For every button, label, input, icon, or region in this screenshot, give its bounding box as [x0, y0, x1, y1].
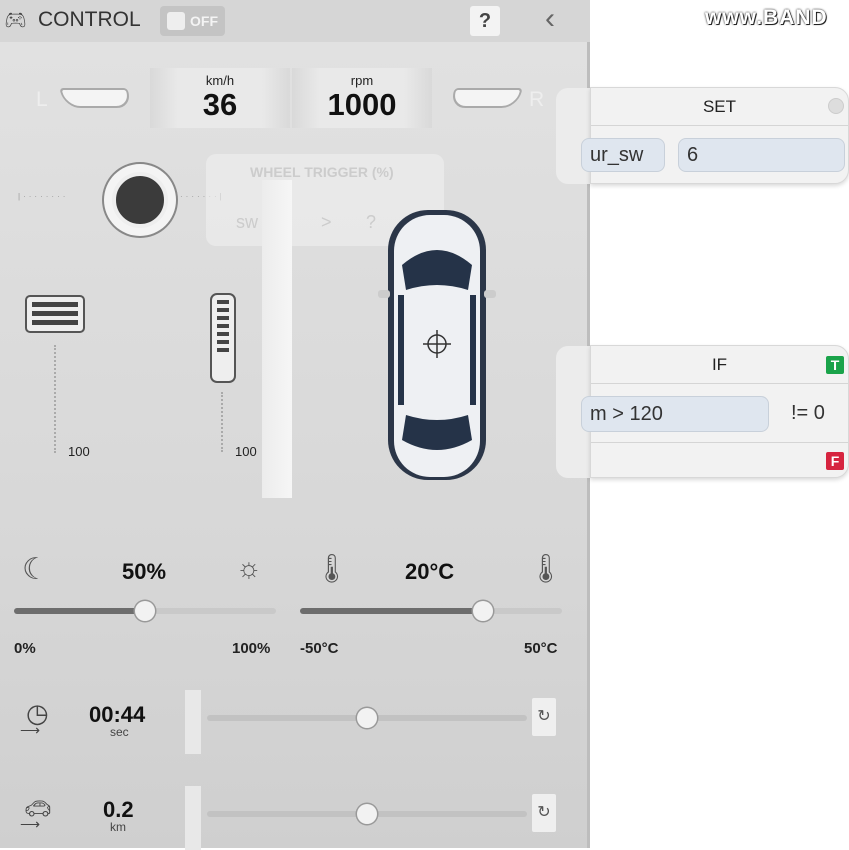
brightness-value: 50%: [122, 559, 167, 584]
speed-value: 36: [202, 87, 238, 122]
if-condition-field[interactable]: m > 120: [581, 396, 769, 432]
distance-reset-icon[interactable]: ↻: [532, 794, 556, 832]
set-node-connector[interactable]: [828, 98, 844, 114]
timer-reset-icon[interactable]: ↻: [532, 698, 556, 736]
timer-unit: sec: [110, 725, 129, 739]
sun-icon: ☼: [236, 552, 262, 583]
accelerator-max-label: 100: [235, 444, 257, 459]
brightness-thumb[interactable]: [135, 601, 155, 621]
thermometer-high-icon: 🌡︎: [528, 553, 564, 584]
rpm-unit: rpm: [350, 73, 374, 88]
car-top-view-icon: [378, 210, 496, 480]
brightness-fill: [14, 608, 145, 614]
speed-gauge: km/h 36: [150, 68, 290, 128]
set-node[interactable]: SET ur_sw 6: [581, 87, 849, 184]
divider: [185, 786, 201, 850]
set-node-title: SET: [591, 88, 848, 126]
watermark: www.BAND: [705, 6, 828, 29]
if-node[interactable]: IF T m > 120 != 0 F: [581, 345, 849, 478]
divider: [185, 690, 201, 754]
right-indicator-label: R: [529, 88, 545, 111]
steering-scale-left: |········: [18, 192, 69, 201]
overlay-op: >: [321, 212, 332, 232]
gamepad-icon: 🎮︎: [4, 10, 27, 30]
divider: [262, 180, 292, 498]
if-condition-suffix: != 0: [791, 402, 825, 424]
right-turn-signal-icon[interactable]: [449, 88, 523, 108]
if-node-title: IF: [591, 346, 848, 384]
speed-unit: km/h: [205, 73, 235, 88]
help-button[interactable]: ?: [470, 6, 500, 36]
accelerator-pedal-icon[interactable]: [209, 292, 237, 384]
moon-icon: ☾: [22, 553, 49, 586]
left-indicator-label: L: [36, 88, 48, 111]
temperature-value: 20°C: [405, 559, 455, 584]
set-variable-field[interactable]: ur_sw: [581, 138, 665, 172]
temperature-thumb[interactable]: [473, 601, 494, 621]
temperature-fill: [300, 608, 484, 614]
set-value-field[interactable]: 6: [678, 138, 845, 172]
left-turn-signal-icon[interactable]: [59, 88, 133, 108]
brake-pedal-icon[interactable]: [24, 294, 86, 334]
control-toggle[interactable]: OFF: [160, 6, 225, 36]
brightness-max-label: 100%: [232, 640, 271, 657]
distance-slider[interactable]: [207, 804, 527, 824]
rpm-gauge: rpm 1000: [292, 68, 432, 128]
chevron-left-icon[interactable]: ‹: [545, 2, 555, 36]
arrow-right-icon: ⟶: [20, 722, 41, 738]
distance-thumb[interactable]: [357, 804, 377, 824]
thermometer-low-icon: 🌡︎: [314, 553, 350, 584]
control-panel: 🎮︎ CONTROL OFF ? ‹ L km/h 36 rpm 1000 R …: [0, 0, 590, 850]
steering-wheel-icon[interactable]: [104, 164, 176, 236]
arrow-right-icon: ⟶: [20, 816, 41, 832]
overlay-title: WHEEL TRIGGER (%): [250, 164, 394, 180]
brightness-slider[interactable]: [14, 601, 276, 621]
true-branch-badge[interactable]: T: [826, 356, 844, 374]
overlay-left: sw: [236, 212, 258, 232]
brightness-min-label: 0%: [14, 640, 36, 657]
rpm-value: 1000: [327, 87, 397, 122]
distance-unit: km: [110, 820, 126, 834]
temperature-min-label: -50°C: [300, 640, 339, 657]
timer-slider[interactable]: [207, 708, 527, 728]
overlay-right: ?: [366, 212, 377, 232]
control-header: 🎮︎ CONTROL OFF ? ‹: [0, 0, 590, 42]
panel-title: CONTROL: [38, 8, 141, 31]
accelerator-scale: [221, 392, 223, 452]
temperature-slider[interactable]: [300, 601, 562, 621]
divider: [591, 442, 848, 443]
toggle-label: OFF: [190, 13, 218, 29]
temperature-max-label: 50°C: [524, 640, 558, 657]
brake-scale: [54, 345, 56, 453]
false-branch-badge[interactable]: F: [826, 452, 844, 470]
timer-thumb[interactable]: [357, 708, 377, 728]
brake-max-label: 100: [68, 444, 90, 459]
